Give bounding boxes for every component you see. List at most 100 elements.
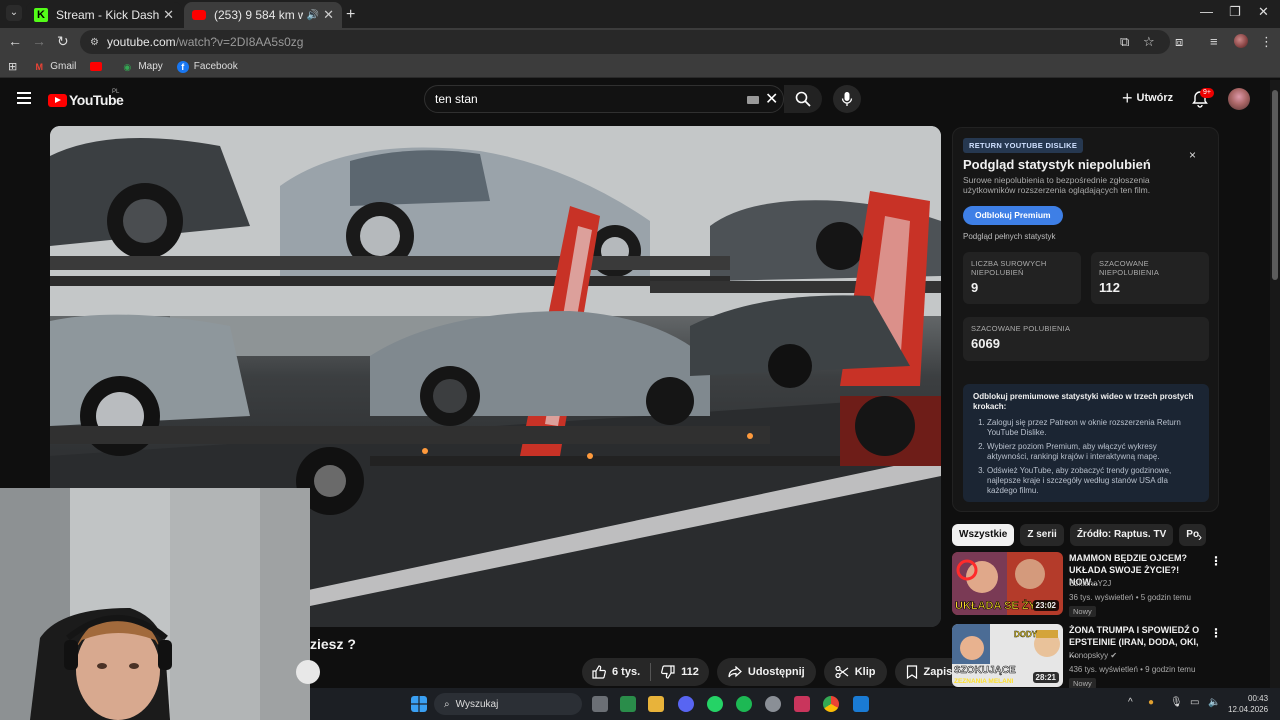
bookmark-star-icon[interactable]: ☆ bbox=[1143, 34, 1155, 50]
microphone-tray-icon[interactable]: 🎙 bbox=[1170, 697, 1183, 708]
site-info-icon[interactable]: ⚙ bbox=[90, 37, 99, 48]
store-icon[interactable] bbox=[620, 696, 636, 712]
address-bar[interactable]: ⚙ youtube.com /watch?v=2DI8AA5s0zg bbox=[80, 30, 1170, 54]
stat-label: SZACOWANE POLUBIENIA bbox=[971, 324, 1071, 333]
full-stats-link[interactable]: Podgląd pełnych statystyk bbox=[963, 232, 1056, 241]
thumbs-up-icon bbox=[592, 665, 606, 679]
like-dislike-group: 6 tys. 112 bbox=[582, 658, 709, 686]
voice-search-button[interactable] bbox=[833, 85, 861, 113]
youtube-play-icon bbox=[48, 93, 67, 107]
profile-avatar[interactable] bbox=[1234, 34, 1248, 48]
extensions-icon[interactable]: ⧈ bbox=[1175, 34, 1183, 50]
chip-more[interactable]: Po bbox=[1179, 524, 1207, 546]
stat-value: 6069 bbox=[971, 336, 1000, 351]
back-icon[interactable]: ← bbox=[8, 33, 22, 49]
clip-button[interactable]: Klip bbox=[823, 658, 887, 686]
bookmark-youtube[interactable] bbox=[90, 62, 107, 71]
whatsapp-icon[interactable] bbox=[707, 696, 723, 712]
bookmark-maps[interactable]: ◉ Mapy bbox=[121, 61, 162, 73]
stat-estimated-likes: SZACOWANE POLUBIENIA 6069 bbox=[963, 317, 1209, 361]
list-item[interactable]: UKŁADA SE ŻYCIE 23:02 MAMMON BĘDZIE OJCE… bbox=[952, 552, 1222, 617]
stat-raw-dislikes: LICZBA SUROWYCH NIEPOLUBIEŃ 9 bbox=[963, 252, 1081, 304]
list-item[interactable]: DODY SZOKUJĄCE ZEZNANIA MELANI 28:21 ŻON… bbox=[952, 624, 1222, 689]
rec-channel[interactable]: Konopskyy ✔ bbox=[1069, 651, 1117, 660]
close-tab-icon[interactable]: ✕ bbox=[323, 7, 334, 23]
notifications-button[interactable]: 9+ bbox=[1192, 88, 1214, 113]
close-icon[interactable]: × bbox=[1189, 148, 1196, 162]
youtube-logo[interactable]: YouTube PL bbox=[48, 89, 124, 108]
webcam-toggle-button[interactable] bbox=[296, 660, 320, 684]
create-button[interactable]: + Utwórz bbox=[1122, 89, 1173, 107]
maximize-icon[interactable]: ❐ bbox=[1229, 4, 1241, 20]
tab-kick-dashboard[interactable]: K Stream - Kick Dashboard ✕ bbox=[26, 2, 182, 28]
stat-label: LICZBA SUROWYCH NIEPOLUBIEŃ bbox=[971, 259, 1047, 277]
chip-source[interactable]: Źródło: Raptus. TV bbox=[1069, 524, 1174, 546]
app-icon[interactable] bbox=[853, 696, 869, 712]
reload-icon[interactable]: ↻ bbox=[57, 33, 69, 50]
settings-icon[interactable] bbox=[765, 696, 781, 712]
bookmark-label: Facebook bbox=[193, 61, 238, 72]
info-heading: Odblokuj premiumowe statystyki wideo w t… bbox=[973, 392, 1194, 411]
gmail-icon: M bbox=[35, 61, 43, 72]
chrome-icon[interactable] bbox=[823, 696, 839, 712]
taskbar-clock[interactable]: 00:43 12.04.2026 bbox=[1228, 693, 1268, 715]
chevron-right-icon[interactable]: › bbox=[1198, 530, 1202, 544]
video-thumbnail[interactable]: DODY SZOKUJĄCE ZEZNANIA MELANI 28:21 bbox=[952, 624, 1063, 687]
close-tab-icon[interactable]: ✕ bbox=[163, 7, 174, 23]
video-thumbnail[interactable]: UKŁADA SE ŻYCIE 23:02 bbox=[952, 552, 1063, 615]
search-input[interactable]: ten stan ✕ bbox=[424, 85, 784, 113]
streaming-app-icon[interactable] bbox=[794, 696, 810, 712]
file-explorer-icon[interactable] bbox=[648, 696, 664, 712]
forward-icon[interactable]: → bbox=[32, 33, 46, 49]
tab-youtube[interactable]: (253) 9 584 km w 14 dni. W 🔊 ✕ bbox=[184, 2, 342, 28]
install-app-icon[interactable]: ⧉ bbox=[1120, 34, 1129, 50]
task-view-icon[interactable] bbox=[592, 696, 608, 712]
spotify-icon[interactable] bbox=[736, 696, 752, 712]
tray-app-icon[interactable]: ● bbox=[1148, 697, 1154, 708]
clock-date: 12.04.2026 bbox=[1228, 705, 1269, 714]
keyboard-icon[interactable] bbox=[747, 96, 759, 104]
minimize-icon[interactable]: — bbox=[1200, 4, 1213, 19]
rec-meta: 36 tys. wyświetleń • 5 godzin temu bbox=[1069, 593, 1191, 602]
new-tab-button[interactable]: + bbox=[346, 6, 355, 24]
youtube-header: YouTube PL ten stan ✕ + Utwórz 9+ bbox=[0, 80, 1270, 118]
thumbnail-caption: ZEZNANIA MELANI bbox=[954, 678, 1014, 685]
speaker-icon[interactable]: 🔊 bbox=[307, 10, 319, 21]
network-icon[interactable]: ▭ bbox=[1190, 697, 1199, 708]
list-item: Zaloguj się przez Patreon w oknie rozsze… bbox=[987, 418, 1199, 438]
tab-search-icon[interactable]: ⌄ bbox=[6, 5, 22, 21]
clip-label: Klip bbox=[854, 666, 876, 678]
tray-chevron-icon[interactable]: ^ bbox=[1128, 697, 1133, 708]
apps-grid-icon[interactable]: ⊞ bbox=[8, 60, 17, 73]
taskbar-search-input[interactable]: ⌕ Wyszukaj bbox=[434, 693, 582, 715]
reading-list-icon[interactable]: ≡ bbox=[1210, 34, 1218, 49]
discord-icon[interactable] bbox=[678, 696, 694, 712]
browser-menu-icon[interactable]: ⋮ bbox=[1260, 34, 1273, 50]
chip-all[interactable]: Wszystkie bbox=[952, 524, 1015, 546]
browser-toolbar: ← → ↻ ⚙ youtube.com /watch?v=2DI8AA5s0zg… bbox=[0, 28, 1280, 56]
clear-search-icon[interactable]: ✕ bbox=[765, 89, 778, 109]
filter-chips: Wszystkie Z serii Źródło: Raptus. TV Po bbox=[952, 524, 1212, 546]
scrollbar-thumb[interactable] bbox=[1272, 90, 1278, 280]
scissors-icon bbox=[835, 665, 849, 679]
more-vert-icon[interactable]: ⋮ bbox=[1210, 554, 1222, 568]
bookmark-facebook[interactable]: f Facebook bbox=[176, 60, 238, 73]
like-button[interactable]: 6 tys. bbox=[582, 665, 650, 679]
windows-start-icon[interactable] bbox=[411, 696, 427, 712]
facebook-icon: f bbox=[176, 60, 189, 73]
search-button[interactable] bbox=[784, 85, 822, 113]
unlock-premium-button[interactable]: Odblokuj Premium bbox=[963, 206, 1063, 225]
page-scrollbar[interactable] bbox=[1270, 80, 1280, 688]
hamburger-menu-icon[interactable] bbox=[17, 92, 31, 107]
search-icon bbox=[795, 91, 811, 107]
share-button[interactable]: Udostępnij bbox=[716, 658, 816, 686]
more-vert-icon[interactable]: ⋮ bbox=[1210, 626, 1222, 640]
rec-channel[interactable]: SzklanaY2J bbox=[1069, 579, 1111, 588]
close-window-icon[interactable]: ✕ bbox=[1258, 4, 1269, 20]
dislike-button[interactable]: 112 bbox=[651, 665, 709, 679]
volume-icon[interactable]: 🔈 bbox=[1208, 697, 1220, 708]
user-avatar[interactable] bbox=[1228, 88, 1250, 110]
search-placeholder: Wyszukaj bbox=[455, 698, 499, 710]
bookmark-gmail[interactable]: M Gmail bbox=[33, 61, 76, 73]
chip-series[interactable]: Z serii bbox=[1020, 524, 1064, 546]
